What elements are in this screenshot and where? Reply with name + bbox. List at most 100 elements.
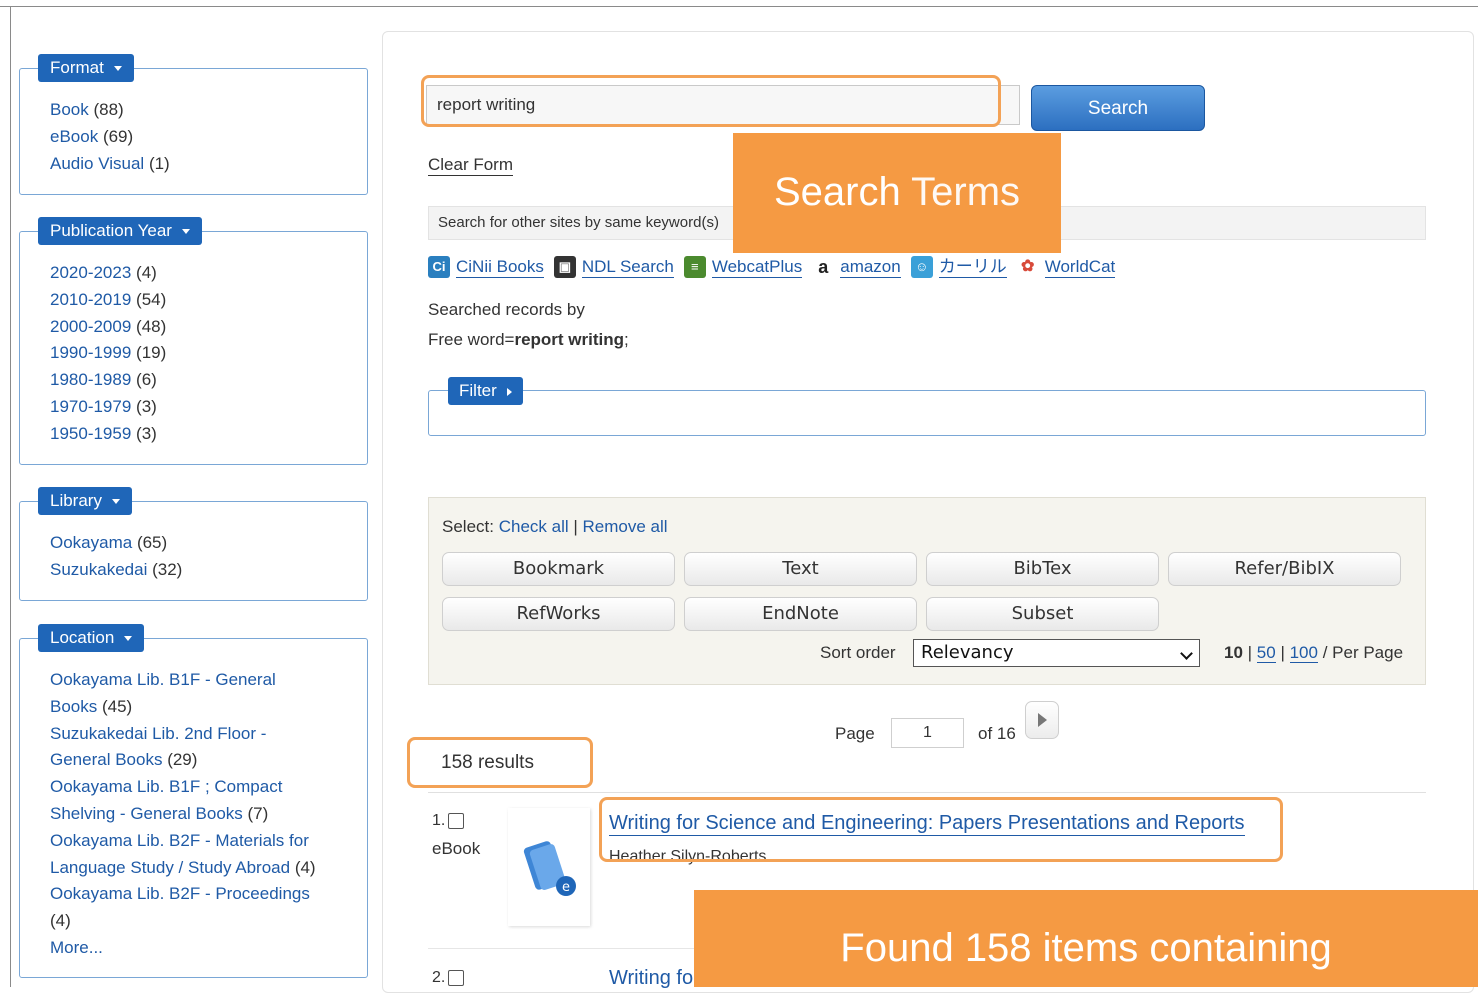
top-border: [0, 6, 1478, 7]
facet-year-panel: 2020-2023 (4) 2010-2019 (54) 2000-2009 (…: [19, 231, 368, 465]
caret-down-icon: [111, 499, 120, 505]
found-items-callout: Found 158 items containing: [694, 890, 1478, 987]
per-page-10: 10: [1224, 643, 1243, 662]
next-page-button[interactable]: [1025, 701, 1059, 739]
select-label: Select:: [442, 517, 494, 536]
facet-item[interactable]: 1990-1999 (19): [50, 340, 166, 367]
worldcat-icon: ✿: [1016, 256, 1039, 278]
sort-order-select[interactable]: Relevancy: [913, 639, 1200, 667]
facet-item[interactable]: eBook (69): [50, 124, 170, 151]
site-link-ndl[interactable]: ▣ NDL Search: [553, 256, 674, 278]
result-number: 2.: [432, 969, 465, 987]
facet-format-list: Book (88) eBook (69) Audio Visual (1): [50, 97, 170, 177]
text-export-button[interactable]: Text: [684, 552, 917, 586]
facet-year-header[interactable]: Publication Year: [38, 217, 202, 245]
facet-item[interactable]: Suzukakedai (32): [50, 557, 182, 584]
select-controls: Select: Check all | Remove all: [442, 517, 668, 537]
refer-bibix-button[interactable]: Refer/BibIX: [1168, 552, 1401, 586]
chevron-down-icon: [1180, 647, 1193, 660]
results-count-highlight: [407, 737, 593, 788]
facet-format-header[interactable]: Format: [38, 54, 134, 82]
bookmark-button[interactable]: Bookmark: [442, 552, 675, 586]
result-number: 1.: [432, 812, 465, 830]
ebook-icon: e: [523, 841, 576, 896]
site-link-label: WorldCat: [1044, 256, 1116, 278]
facet-item[interactable]: Ookayama (65): [50, 530, 182, 557]
free-word-summary: Free word=report writing;: [428, 330, 629, 349]
facet-location-header[interactable]: Location: [38, 624, 145, 652]
site-link-calil[interactable]: ☺ カーリル: [910, 256, 1007, 278]
play-right-icon: [1038, 713, 1047, 727]
facet-year-list: 2020-2023 (4) 2010-2019 (54) 2000-2009 (…: [50, 260, 166, 448]
cinii-icon: Ci: [428, 256, 450, 278]
subset-button[interactable]: Subset: [926, 597, 1159, 631]
site-link-label: amazon: [840, 256, 901, 278]
sort-order-label: Sort order: [820, 643, 896, 662]
facet-library-list: Ookayama (65) Suzukakedai (32): [50, 530, 182, 584]
refworks-button[interactable]: RefWorks: [442, 597, 675, 631]
facet-item[interactable]: 1950-1959 (3): [50, 421, 166, 448]
facet-item[interactable]: 1970-1979 (3): [50, 394, 166, 421]
left-border: [10, 6, 11, 987]
facet-item[interactable]: Shelving - General Books (7): [50, 801, 316, 828]
facet-item[interactable]: (4): [50, 908, 316, 935]
facet-item[interactable]: Suzukakedai Lib. 2nd Floor -: [50, 721, 316, 748]
site-link-cinii[interactable]: Ci CiNii Books: [428, 256, 544, 278]
facet-item[interactable]: 2000-2009 (48): [50, 314, 166, 341]
facet-library-header[interactable]: Library: [38, 487, 132, 515]
facet-item[interactable]: Ookayama Lib. B1F ; Compact: [50, 774, 316, 801]
facet-location-panel: Ookayama Lib. B1F - General Books (45) S…: [19, 638, 368, 978]
remove-all-link[interactable]: Remove all: [583, 517, 668, 536]
result-title-highlight: [599, 797, 1283, 862]
facet-item[interactable]: Ookayama Lib. B2F - Proceedings: [50, 881, 316, 908]
search-button[interactable]: Search: [1031, 85, 1205, 131]
filter-toggle[interactable]: Filter: [448, 377, 523, 405]
site-link-amazon[interactable]: a amazon: [812, 256, 901, 278]
facet-item[interactable]: 2010-2019 (54): [50, 287, 166, 314]
ebook-thumbnail[interactable]: e: [508, 808, 590, 926]
per-page-100-link[interactable]: 100: [1289, 643, 1318, 663]
facet-item[interactable]: General Books (29): [50, 747, 316, 774]
endnote-button[interactable]: EndNote: [684, 597, 917, 631]
site-link-label: WebcatPlus: [711, 256, 803, 278]
facet-item[interactable]: 2020-2023 (4): [50, 260, 166, 287]
results-divider: [428, 792, 1426, 793]
page-number-input[interactable]: 1: [891, 718, 964, 748]
site-link-label: カーリル: [938, 256, 1007, 278]
site-link-label: CiNii Books: [456, 256, 544, 278]
facet-item[interactable]: Books (45): [50, 694, 316, 721]
result-checkbox[interactable]: [448, 812, 465, 829]
site-link-webcat[interactable]: ≡ WebcatPlus: [683, 256, 803, 278]
caret-down-icon: [113, 66, 122, 72]
ndl-icon: ▣: [553, 256, 576, 278]
check-all-link[interactable]: Check all: [499, 517, 569, 536]
facet-item[interactable]: Ookayama Lib. B1F - General: [50, 667, 316, 694]
calil-icon: ☺: [910, 256, 933, 278]
caret-down-icon: [124, 636, 133, 642]
facet-item[interactable]: Language Study / Study Abroad (4): [50, 855, 316, 882]
webcat-icon: ≡: [683, 256, 706, 278]
facet-item[interactable]: Ookayama Lib. B2F - Materials for: [50, 828, 316, 855]
svg-text:e: e: [562, 880, 570, 895]
search-input-highlight: [421, 75, 1001, 127]
facet-item[interactable]: 1980-1989 (6): [50, 367, 166, 394]
caret-right-icon: [506, 387, 512, 396]
facet-location-list: Ookayama Lib. B1F - General Books (45) S…: [50, 667, 316, 962]
page-total: of 16: [978, 724, 1016, 743]
facet-format-panel: Book (88) eBook (69) Audio Visual (1): [19, 68, 368, 195]
per-page-50-link[interactable]: 50: [1256, 643, 1276, 663]
caret-down-icon: [181, 229, 190, 235]
search-terms-callout: Search Terms: [733, 133, 1061, 253]
facet-item[interactable]: Audio Visual (1): [50, 151, 170, 178]
facet-item[interactable]: Book (88): [50, 97, 170, 124]
pager-label: Page: [835, 724, 875, 743]
per-page-label: / Per Page: [1322, 643, 1404, 662]
filter-panel: [428, 390, 1426, 436]
site-link-worldcat[interactable]: ✿ WorldCat: [1016, 256, 1116, 278]
separator: |: [573, 517, 578, 536]
result-checkbox[interactable]: [448, 969, 465, 986]
bibtex-button[interactable]: BibTex: [926, 552, 1159, 586]
site-link-label: NDL Search: [581, 256, 674, 278]
facet-more-link[interactable]: More...: [50, 935, 316, 962]
clear-form-link[interactable]: Clear Form: [428, 155, 514, 176]
